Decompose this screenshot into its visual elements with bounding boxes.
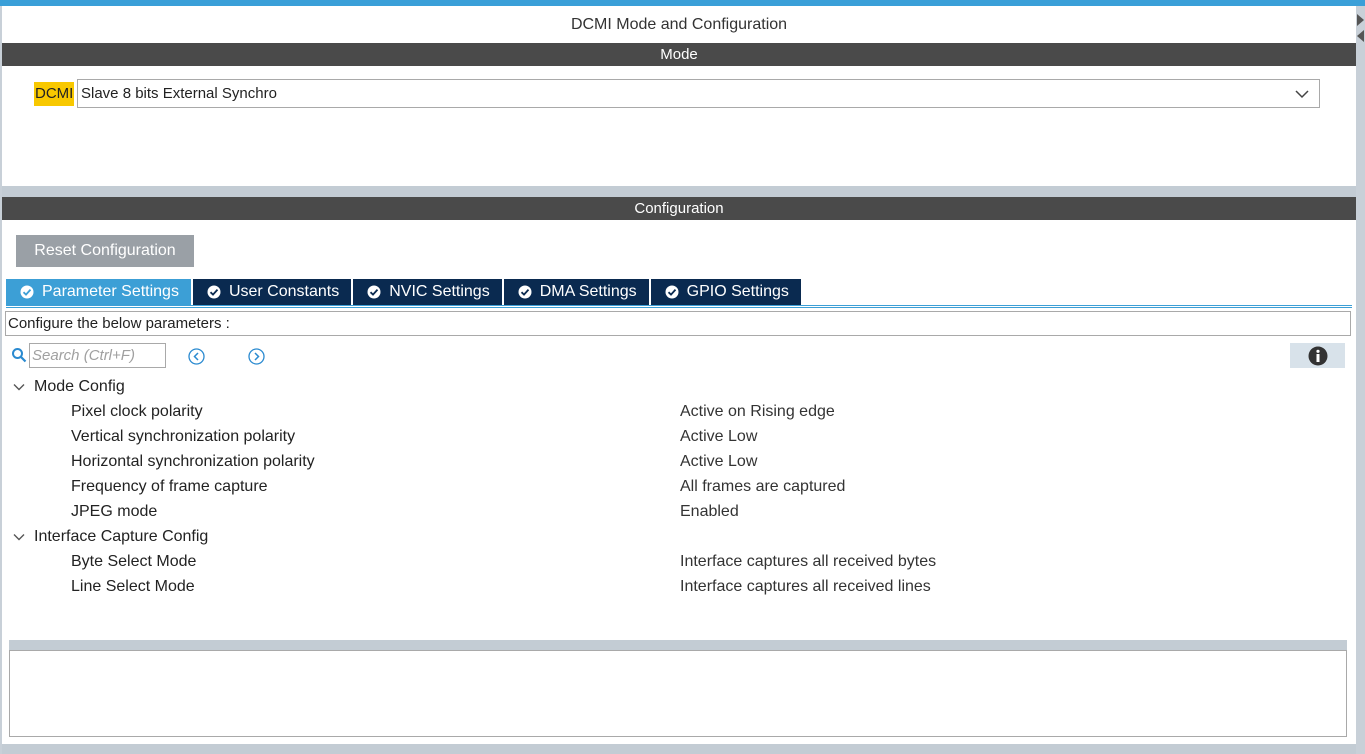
- parameters-description: Configure the below parameters :: [5, 311, 1351, 336]
- tab-nvic-settings[interactable]: NVIC Settings: [353, 279, 502, 305]
- previous-circle-icon[interactable]: [188, 348, 205, 365]
- param-name[interactable]: Vertical synchronization polarity: [71, 424, 295, 449]
- tree-group-mode-config[interactable]: Mode Config: [34, 374, 125, 399]
- check-circle-icon: [367, 285, 381, 299]
- chevron-down-icon[interactable]: [1294, 86, 1310, 102]
- tab-label: GPIO Settings: [686, 283, 789, 300]
- description-panel-splitter[interactable]: [9, 640, 1347, 650]
- mode-section-header: Mode: [2, 43, 1356, 66]
- tab-label: NVIC Settings: [389, 283, 490, 300]
- collapse-arrows-icon[interactable]: [1356, 8, 1365, 44]
- peripheral-label: DCMI: [34, 81, 75, 106]
- window-title: DCMI Mode and Configuration: [570, 15, 788, 33]
- bottom-border: [2, 744, 1356, 754]
- tab-dma-settings[interactable]: DMA Settings: [503, 279, 649, 305]
- param-name[interactable]: Line Select Mode: [71, 574, 195, 599]
- info-icon: [1308, 346, 1327, 365]
- param-value[interactable]: Active Low: [680, 449, 757, 474]
- param-name[interactable]: Byte Select Mode: [71, 549, 196, 574]
- reset-configuration-button[interactable]: Reset Configuration: [16, 235, 194, 267]
- check-circle-icon: [207, 285, 221, 299]
- config-tabs: Parameter Settings User Constants NVIC S…: [6, 279, 803, 305]
- mode-row: DCMI: [34, 79, 75, 108]
- tab-parameter-settings[interactable]: Parameter Settings: [6, 279, 191, 305]
- chevron-down-icon[interactable]: [12, 530, 26, 544]
- next-circle-icon[interactable]: [248, 348, 265, 365]
- param-name[interactable]: JPEG mode: [71, 499, 157, 524]
- tab-label: DMA Settings: [539, 283, 637, 300]
- tab-user-constants[interactable]: User Constants: [192, 279, 352, 305]
- param-value[interactable]: All frames are captured: [680, 474, 845, 499]
- param-name[interactable]: Horizontal synchronization polarity: [71, 449, 315, 474]
- check-circle-icon: [665, 285, 679, 299]
- description-panel: [9, 650, 1347, 737]
- tab-label: User Constants: [228, 283, 340, 300]
- left-border: [0, 6, 2, 754]
- search-input[interactable]: [29, 343, 166, 368]
- param-name[interactable]: Pixel clock polarity: [71, 399, 203, 424]
- tab-gpio-settings[interactable]: GPIO Settings: [650, 279, 801, 305]
- chevron-down-icon[interactable]: [12, 380, 26, 394]
- param-value[interactable]: Interface captures all received lines: [680, 574, 931, 599]
- info-button[interactable]: [1290, 343, 1345, 368]
- param-value[interactable]: Enabled: [680, 499, 739, 524]
- section-divider[interactable]: [2, 186, 1356, 197]
- param-value[interactable]: Active on Rising edge: [680, 399, 835, 424]
- param-name[interactable]: Frequency of frame capture: [71, 474, 268, 499]
- tabs-underline: [6, 305, 1352, 308]
- mode-select-value: Slave 8 bits External Synchro: [81, 85, 277, 102]
- tab-label: Parameter Settings: [42, 283, 179, 300]
- configuration-section-header: Configuration: [2, 197, 1356, 220]
- right-scroll-edge[interactable]: [1356, 6, 1365, 754]
- tree-group-interface-capture-config[interactable]: Interface Capture Config: [34, 524, 208, 549]
- search-icon: [12, 348, 27, 363]
- param-value[interactable]: Active Low: [680, 424, 757, 449]
- check-circle-icon: [20, 285, 34, 299]
- param-value[interactable]: Interface captures all received bytes: [680, 549, 936, 574]
- mode-select[interactable]: Slave 8 bits External Synchro: [77, 79, 1320, 108]
- check-circle-icon: [518, 285, 532, 299]
